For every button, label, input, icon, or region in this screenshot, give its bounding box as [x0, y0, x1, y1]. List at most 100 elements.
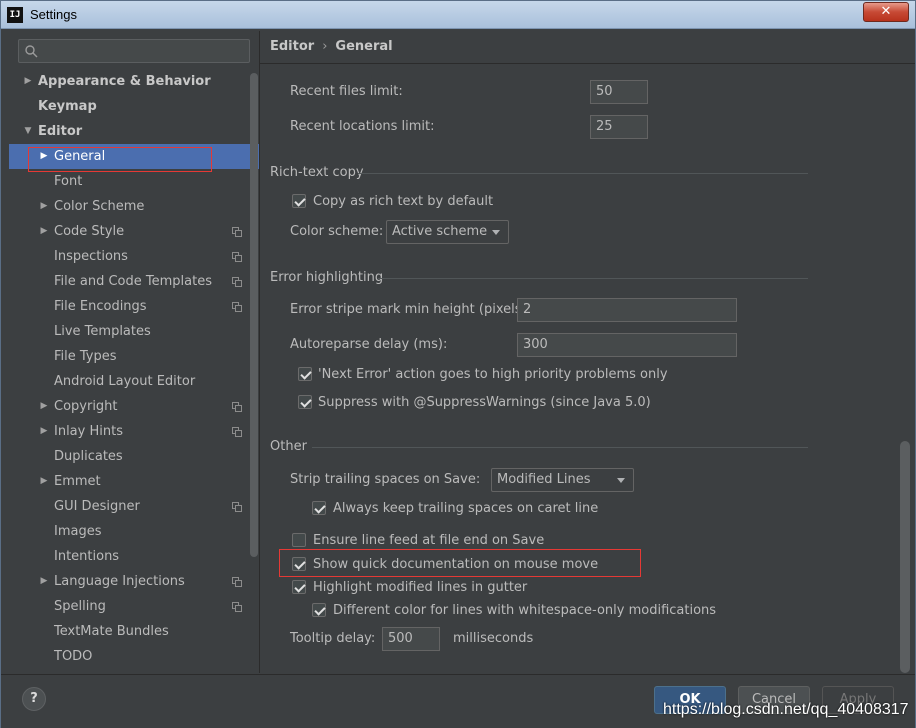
project-scope-icon [232, 577, 242, 587]
expanded-arrow-icon[interactable]: ▼ [23, 119, 33, 144]
help-button[interactable]: ? [22, 687, 46, 711]
other-group-rule [312, 447, 808, 448]
autoreparse-field[interactable]: 300 [517, 333, 737, 357]
search-icon [25, 45, 38, 58]
sidebar-item-label: Copyright [54, 399, 118, 414]
sidebar-item-file-types[interactable]: File Types [9, 344, 259, 369]
ensure-line-feed-label: Ensure line feed at file end on Save [313, 533, 545, 548]
collapsed-arrow-icon[interactable]: ▶ [23, 69, 33, 94]
color-scheme-label: Color scheme: [290, 224, 384, 239]
sidebar-item-intentions[interactable]: Intentions [9, 544, 259, 569]
sidebar-item-editor[interactable]: ▼ Editor [9, 119, 259, 144]
project-scope-icon [232, 402, 242, 412]
sidebar-item-label: Inlay Hints [54, 424, 123, 439]
sidebar-item-label: Language Injections [54, 574, 185, 589]
project-scope-icon [232, 277, 242, 287]
sidebar-item-duplicates[interactable]: Duplicates [9, 444, 259, 469]
recent-locations-field[interactable]: 25 [590, 115, 648, 139]
sidebar-item-images[interactable]: Images [9, 519, 259, 544]
sidebar-item-inspections[interactable]: Inspections [9, 244, 259, 269]
sidebar-item-label: Color Scheme [54, 199, 145, 214]
project-scope-icon [232, 602, 242, 612]
color-scheme-value: Active scheme [392, 224, 488, 239]
tooltip-delay-field[interactable]: 500 [382, 627, 440, 651]
error-stripe-label: Error stripe mark min height (pixels): [290, 302, 531, 317]
recent-files-field[interactable]: 50 [590, 80, 648, 104]
project-scope-icon [232, 302, 242, 312]
highlight-modified-checkbox[interactable] [292, 580, 306, 594]
ensure-line-feed-checkbox[interactable] [292, 533, 306, 547]
window-title: Settings [30, 7, 77, 22]
keep-trailing-checkbox[interactable] [312, 501, 326, 515]
next-error-checkbox[interactable] [298, 367, 312, 381]
sidebar-item-label: GUI Designer [54, 499, 140, 514]
close-button[interactable]: ✕ [863, 2, 909, 22]
sidebar-item-label: TextMate Bundles [54, 624, 169, 639]
intellij-app-icon: IJ [7, 7, 23, 23]
sidebar-item-label: Duplicates [54, 449, 123, 464]
sidebar-item-inlay-hints[interactable]: ▶ Inlay Hints [9, 419, 259, 444]
strip-trailing-dropdown[interactable]: Modified Lines [491, 468, 634, 492]
sidebar-item-file-encodings[interactable]: File Encodings [9, 294, 259, 319]
sidebar-item-live-templates[interactable]: Live Templates [9, 319, 259, 344]
sidebar-item-android-layout-editor[interactable]: Android Layout Editor [9, 369, 259, 394]
sidebar-item-label: Code Style [54, 224, 125, 239]
sidebar-item-color-scheme[interactable]: ▶ Color Scheme [9, 194, 259, 219]
collapsed-arrow-icon[interactable]: ▶ [39, 194, 49, 219]
chevron-down-icon [617, 478, 625, 483]
sidebar-item-file-and-code-templates[interactable]: File and Code Templates [9, 269, 259, 294]
content-scrollbar[interactable] [900, 441, 910, 673]
sidebar-scrollbar[interactable] [250, 73, 258, 557]
settings-sidebar: ▶ Appearance & Behavior Keymap ▼ Editor ▶ Gene… [9, 31, 259, 673]
collapsed-arrow-icon[interactable]: ▶ [39, 394, 49, 419]
sidebar-item-textmate-bundles[interactable]: TextMate Bundles [9, 619, 259, 644]
settings-window: IJ Settings ✕ ▶ Appearance & Behavior Keym… [0, 0, 916, 728]
watermark-url: https://blog.csdn.net/qq_40408317 [663, 701, 909, 718]
sidebar-item-keymap[interactable]: Keymap [9, 94, 259, 119]
error-highlighting-group-title: Error highlighting [270, 270, 384, 285]
breadcrumb-parent: Editor [270, 39, 315, 54]
other-group-title: Other [270, 439, 307, 454]
autoreparse-label: Autoreparse delay (ms): [290, 337, 448, 352]
collapsed-arrow-icon[interactable]: ▶ [39, 469, 49, 494]
project-scope-icon [232, 502, 242, 512]
sidebar-item-emmet[interactable]: ▶ Emmet [9, 469, 259, 494]
sidebar-item-font[interactable]: Font [9, 169, 259, 194]
sidebar-item-copyright[interactable]: ▶ Copyright [9, 394, 259, 419]
collapsed-arrow-icon[interactable]: ▶ [39, 419, 49, 444]
sidebar-item-appearance-behavior[interactable]: ▶ Appearance & Behavior [9, 69, 259, 94]
settings-content: Editor › General Recent files limit: 50 Re… [260, 31, 915, 673]
collapsed-arrow-icon[interactable]: ▶ [39, 569, 49, 594]
rich-text-group-rule [358, 173, 808, 174]
project-scope-icon [232, 227, 242, 237]
different-color-checkbox[interactable] [312, 603, 326, 617]
strip-trailing-value: Modified Lines [497, 472, 591, 487]
rich-text-group-title: Rich-text copy [270, 165, 364, 180]
sidebar-item-language-injections[interactable]: ▶ Language Injections [9, 569, 259, 594]
sidebar-item-label: Appearance & Behavior [38, 74, 211, 89]
sidebar-item-todo[interactable]: TODO [9, 644, 259, 669]
color-scheme-dropdown[interactable]: Active scheme [386, 220, 509, 244]
sidebar-item-gui-designer[interactable]: GUI Designer [9, 494, 259, 519]
sidebar-item-label: File Encodings [54, 299, 147, 314]
chevron-down-icon [492, 230, 500, 235]
title-bar: IJ Settings ✕ [1, 1, 915, 29]
suppress-warnings-checkbox[interactable] [298, 395, 312, 409]
breadcrumb-divider [260, 63, 915, 64]
sidebar-item-label: Spelling [54, 599, 106, 614]
sidebar-item-label: TODO [54, 649, 93, 664]
error-stripe-field[interactable]: 2 [517, 298, 737, 322]
copy-rich-text-checkbox[interactable] [292, 194, 306, 208]
sidebar-item-label: Emmet [54, 474, 101, 489]
settings-search-input[interactable] [18, 39, 250, 63]
sidebar-item-label: File Types [54, 349, 117, 364]
sidebar-item-code-style[interactable]: ▶ Code Style [9, 219, 259, 244]
sidebar-item-spelling[interactable]: Spelling [9, 594, 259, 619]
breadcrumb-separator: › [322, 39, 328, 54]
different-color-label: Different color for lines with whitespac… [333, 603, 717, 618]
sidebar-item-label: Live Templates [54, 324, 151, 339]
quick-doc-checkbox[interactable] [292, 557, 306, 571]
general-annotation-box [28, 147, 212, 172]
collapsed-arrow-icon[interactable]: ▶ [39, 219, 49, 244]
error-highlighting-group-rule [378, 278, 808, 279]
